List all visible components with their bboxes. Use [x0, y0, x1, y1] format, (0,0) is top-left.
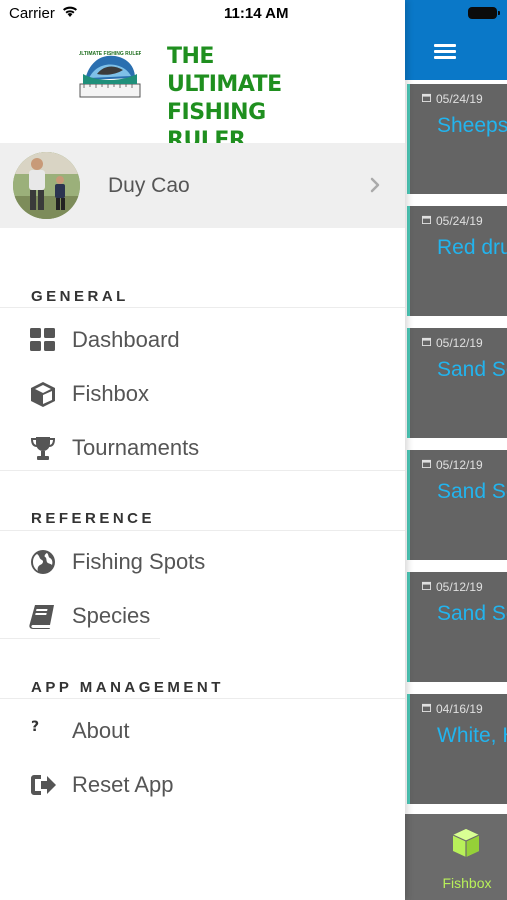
- dashboard-icon: [30, 328, 55, 351]
- trophy-icon: [30, 437, 56, 460]
- tab-fishbox[interactable]: Fishbox: [405, 814, 507, 900]
- menu-label: Species: [72, 603, 151, 628]
- book-icon: [29, 605, 54, 629]
- menu-item-dashboard[interactable]: Dashboard: [0, 315, 405, 365]
- divider: [0, 307, 405, 308]
- divider: [0, 470, 405, 471]
- section-title-general: GENERAL: [31, 288, 129, 305]
- menu-label: Dashboard: [72, 327, 180, 352]
- catch-card[interactable]: 05/24/19 Red drum: [407, 206, 507, 316]
- catch-card[interactable]: 04/16/19 White, Hake: [407, 694, 507, 804]
- profile-row[interactable]: Duy Cao: [0, 143, 405, 228]
- profile-name: Duy Cao: [108, 174, 190, 197]
- cube-icon: [452, 829, 480, 857]
- catch-date: 04/16/19: [436, 702, 483, 716]
- fishbox-screen: 05/24/19 Sheepshead 05/24/19 Red drum 05…: [405, 0, 507, 900]
- catch-name: Sand Seatrout: [437, 480, 507, 503]
- tab-label: Fishbox: [442, 875, 492, 891]
- catch-date: 05/24/19: [436, 214, 483, 228]
- divider: [0, 530, 405, 531]
- menu-label: Tournaments: [72, 435, 200, 460]
- question-icon: ?: [31, 719, 39, 735]
- globe-icon: [31, 550, 55, 574]
- menu-item-fishing-spots[interactable]: Fishing Spots: [0, 537, 405, 587]
- calendar-icon: [422, 337, 431, 346]
- catch-card[interactable]: 05/12/19 Sand Seatrout: [407, 572, 507, 682]
- avatar: [13, 152, 80, 219]
- catch-date: 05/24/19: [436, 92, 483, 106]
- catch-card[interactable]: 05/12/19 Sand Seatrout: [407, 450, 507, 560]
- calendar-icon: [422, 459, 431, 468]
- catch-name: Sand Seatrout: [437, 602, 507, 625]
- cube-icon: [31, 382, 55, 407]
- catch-date: 05/12/19: [436, 458, 483, 472]
- calendar-icon: [422, 93, 431, 102]
- catch-card[interactable]: 05/12/19 Sand Seatrout: [407, 328, 507, 438]
- catch-name: Red drum: [437, 236, 507, 259]
- menu-item-about[interactable]: ? About: [0, 706, 405, 756]
- menu-label: Reset App: [72, 772, 174, 797]
- status-bar: Carrier 11:14 AM: [0, 0, 507, 28]
- calendar-icon: [422, 581, 431, 590]
- carrier-label: Carrier: [9, 5, 55, 22]
- menu-icon[interactable]: [434, 44, 456, 60]
- menu-item-tournaments[interactable]: Tournaments: [0, 423, 405, 473]
- tab-bar: Fishbox: [405, 814, 507, 900]
- divider: [0, 638, 160, 639]
- menu-item-fishbox[interactable]: Fishbox: [0, 369, 405, 419]
- menu-label: Fishbox: [72, 381, 150, 406]
- section-title-reference: REFERENCE: [31, 510, 156, 527]
- section-title-app-management: APP MANAGEMENT: [31, 679, 224, 696]
- catch-date: 05/12/19: [436, 580, 483, 594]
- divider: [0, 698, 405, 699]
- menu-item-reset-app[interactable]: Reset App: [0, 760, 405, 810]
- chevron-right-icon: [370, 177, 380, 193]
- menu-label: Fishing Spots: [72, 549, 206, 574]
- menu-item-species[interactable]: Species: [0, 591, 405, 641]
- status-time: 11:14 AM: [224, 5, 289, 22]
- side-drawer: ULTIMATE FISHING RULER THE ULTIMATE FISH…: [0, 0, 405, 900]
- catch-card[interactable]: 05/24/19 Sheepshead: [407, 84, 507, 194]
- catch-name: Sheepshead: [437, 114, 507, 137]
- catch-name: Sand Seatrout: [437, 358, 507, 381]
- menu-label: About: [72, 718, 130, 743]
- calendar-icon: [422, 703, 431, 712]
- calendar-icon: [422, 215, 431, 224]
- catch-name: White, Hake: [437, 724, 507, 747]
- wifi-icon: [63, 6, 77, 17]
- svg-text:ULTIMATE FISHING RULER: ULTIMATE FISHING RULER: [79, 51, 141, 57]
- app-logo: ULTIMATE FISHING RULER: [79, 51, 141, 98]
- catch-date: 05/12/19: [436, 336, 483, 350]
- sign-out-icon: [31, 775, 56, 795]
- app-title: THE ULTIMATE FISHING RULER: [167, 44, 282, 153]
- svg-text:?: ?: [31, 719, 39, 735]
